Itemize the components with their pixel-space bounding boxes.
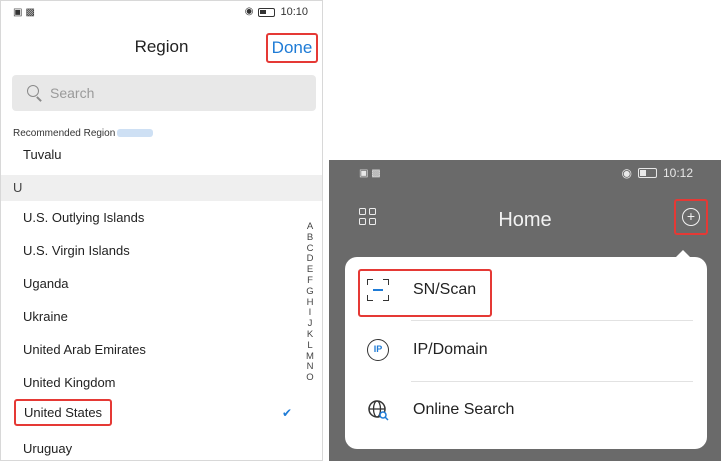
country-item[interactable]: Uganda [23, 276, 69, 291]
scan-icon [367, 279, 389, 301]
menu-item-online-search[interactable]: Online Search [345, 382, 707, 442]
status-left: ▣ ▩ [359, 168, 381, 179]
checkmark-icon: ✔ [282, 406, 293, 420]
search-icon [26, 84, 44, 102]
home-screen: ▣ ▩ ◉ 10:12 Home + SN/Scan IP IP/Domain … [329, 160, 721, 461]
alarm-icon: ◉ [244, 6, 254, 17]
region-screen: ▣ ▩ ◉ 10:10 Region Done Search Recommend… [0, 0, 323, 461]
plus-circle-icon: + [682, 208, 700, 226]
index-letter[interactable]: O [303, 372, 317, 384]
status-time: 10:10 [280, 6, 308, 18]
done-button[interactable]: Done [266, 33, 318, 63]
menu-item-label: Online Search [413, 401, 515, 418]
signal-icon: ▩ [25, 7, 35, 18]
country-item[interactable]: United Kingdom [23, 375, 116, 390]
status-right: ◉ 10:10 [245, 6, 308, 18]
battery-icon [637, 168, 657, 178]
alarm-icon: ◉ [621, 166, 632, 180]
menu-item-sn-scan[interactable]: SN/Scan [345, 260, 707, 320]
country-item[interactable]: Ukraine [23, 309, 68, 324]
country-item-selected[interactable]: United States [14, 399, 113, 426]
region-header: Region Done [1, 27, 322, 71]
ip-icon: IP [367, 339, 389, 361]
status-left: ▣ ▩ [13, 7, 35, 19]
recommended-region-label: Recommended Region [13, 128, 154, 139]
recommended-region-item[interactable]: Tuvalu [23, 147, 62, 162]
battery-icon [258, 7, 276, 17]
country-item[interactable]: United Arab Emirates [23, 342, 146, 357]
hd-icon: ▣ [13, 7, 23, 18]
search-placeholder: Search [50, 85, 95, 101]
search-input[interactable]: Search [12, 75, 316, 111]
status-bar: ▣ ▩ ◉ 10:12 [329, 160, 721, 186]
index-letter[interactable]: G [303, 286, 317, 298]
status-time: 10:12 [662, 166, 693, 180]
signal-icon: ▣ ▩ [359, 168, 381, 179]
index-letter[interactable]: L [303, 340, 317, 352]
index-letter[interactable]: B [303, 232, 317, 244]
menu-item-ip-domain[interactable]: IP IP/Domain [345, 321, 707, 381]
country-item[interactable]: U.S. Outlying Islands [23, 210, 144, 225]
status-bar: ▣ ▩ ◉ 10:10 [1, 1, 322, 25]
globe-search-icon [367, 399, 389, 421]
country-item[interactable]: Uruguay [23, 441, 72, 456]
page-title: Home [498, 209, 552, 231]
add-button[interactable]: + [674, 199, 708, 235]
add-menu-popup: SN/Scan IP IP/Domain Online Search [345, 250, 707, 449]
status-right: ◉ 10:12 [621, 166, 693, 180]
menu-item-label: IP/Domain [413, 341, 488, 358]
menu-item-label: SN/Scan [413, 281, 477, 298]
country-item[interactable]: U.S. Virgin Islands [23, 243, 130, 258]
blurred-text [117, 129, 154, 138]
alphabet-index[interactable]: A B C D E F G H I J K L M N O [303, 221, 317, 384]
section-header: U [1, 175, 322, 201]
